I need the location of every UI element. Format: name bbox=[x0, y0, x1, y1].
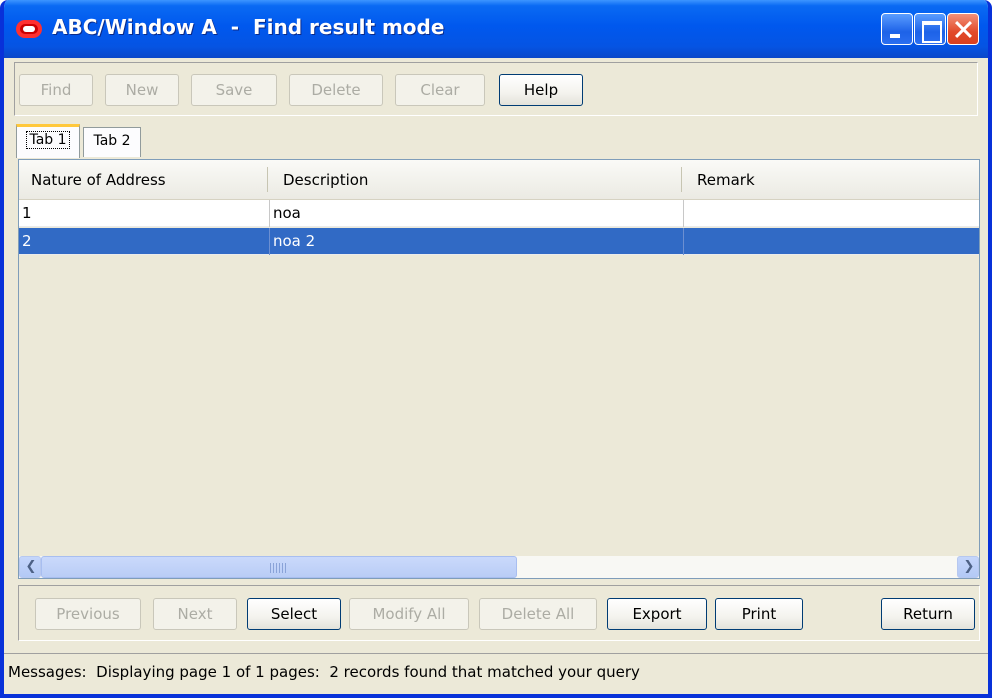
app-window: ABC/Window A - Find result mode Find New… bbox=[0, 0, 992, 698]
grip-icon bbox=[270, 563, 286, 573]
cell-description: noa 2 bbox=[273, 232, 316, 250]
close-icon[interactable] bbox=[947, 13, 979, 45]
new-button[interactable]: New bbox=[105, 74, 179, 106]
select-button[interactable]: Select bbox=[247, 598, 341, 630]
cell-remark bbox=[684, 200, 978, 227]
column-header-nature[interactable]: Nature of Address bbox=[19, 160, 267, 199]
cell-nature: 1 bbox=[22, 204, 32, 222]
delete-button[interactable]: Delete bbox=[289, 74, 383, 106]
export-button[interactable]: Export bbox=[607, 598, 707, 630]
return-button[interactable]: Return bbox=[881, 598, 975, 630]
tab-2-label: Tab 2 bbox=[93, 133, 131, 149]
tab-2[interactable]: Tab 2 bbox=[83, 127, 141, 157]
find-button[interactable]: Find bbox=[19, 74, 93, 106]
help-button[interactable]: Help bbox=[499, 74, 583, 106]
horizontal-scrollbar[interactable]: ❮ ❯ bbox=[19, 556, 979, 578]
column-divider[interactable] bbox=[267, 167, 268, 192]
cell-remark bbox=[684, 228, 978, 255]
next-button[interactable]: Next bbox=[153, 598, 237, 630]
status-bar: Messages: Displaying page 1 of 1 pages: … bbox=[4, 653, 988, 689]
scroll-left-button[interactable]: ❮ bbox=[19, 556, 41, 578]
toolbar: Find New Save Delete Clear Help bbox=[14, 62, 978, 116]
table-header: Nature of Address Description Remark bbox=[19, 160, 979, 200]
minimize-icon[interactable] bbox=[881, 13, 913, 45]
chevron-right-icon: ❯ bbox=[963, 559, 975, 574]
tab-1[interactable]: Tab 1 bbox=[16, 124, 80, 158]
oracle-logo-icon bbox=[16, 20, 42, 38]
scroll-right-button[interactable]: ❯ bbox=[957, 556, 979, 578]
action-bar: Previous Next Select Modify All Delete A… bbox=[18, 585, 980, 641]
window-title: ABC/Window A - Find result mode bbox=[52, 15, 445, 39]
modify-all-button[interactable]: Modify All bbox=[349, 598, 469, 630]
table-row-selected[interactable]: 2 noa 2 bbox=[19, 228, 979, 255]
tab-1-label: Tab 1 bbox=[26, 131, 70, 149]
chevron-left-icon: ❮ bbox=[25, 559, 37, 574]
cell-description: noa bbox=[273, 204, 301, 222]
print-button[interactable]: Print bbox=[715, 598, 803, 630]
column-divider[interactable] bbox=[681, 167, 682, 192]
cell-nature: 2 bbox=[22, 232, 32, 250]
results-table: Nature of Address Description Remark 1 n… bbox=[18, 159, 980, 579]
save-button[interactable]: Save bbox=[191, 74, 277, 106]
previous-button[interactable]: Previous bbox=[35, 598, 141, 630]
delete-all-button[interactable]: Delete All bbox=[479, 598, 597, 630]
clear-button[interactable]: Clear bbox=[395, 74, 485, 106]
status-message: Messages: Displaying page 1 of 1 pages: … bbox=[8, 663, 640, 681]
title-bar[interactable]: ABC/Window A - Find result mode bbox=[4, 0, 988, 58]
table-row[interactable]: 1 noa bbox=[19, 200, 979, 227]
maximize-icon[interactable] bbox=[914, 13, 946, 45]
column-header-remark[interactable]: Remark bbox=[685, 160, 975, 199]
column-header-description[interactable]: Description bbox=[271, 160, 681, 199]
scrollbar-thumb[interactable] bbox=[41, 556, 517, 578]
